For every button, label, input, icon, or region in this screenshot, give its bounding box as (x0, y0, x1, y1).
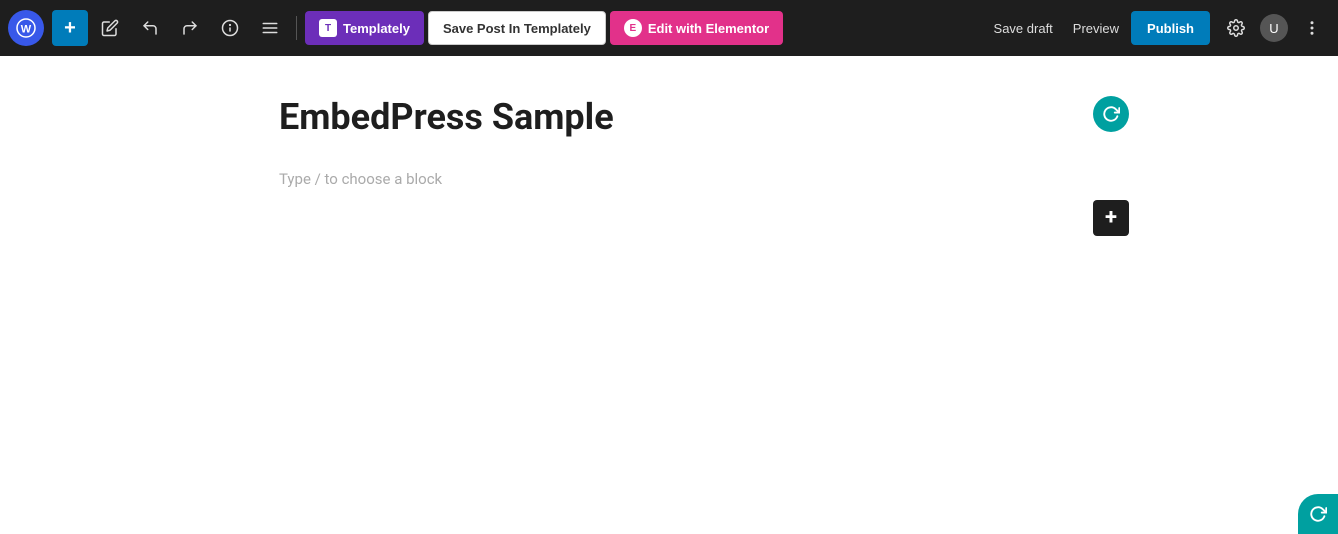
floating-actions: + (1093, 96, 1129, 236)
gear-icon (1227, 19, 1245, 37)
placeholder-text: Type / to choose a block (279, 170, 442, 188)
elementor-label: Edit with Elementor (648, 21, 769, 36)
editor-area: EmbedPress Sample Type / to choose a blo… (0, 56, 1338, 534)
templately-label: Templately (343, 21, 410, 36)
pencil-icon (101, 19, 119, 37)
refresh-float-button[interactable] (1093, 96, 1129, 132)
publish-label: Publish (1147, 21, 1194, 36)
add-icon: + (64, 17, 76, 40)
bottom-right-float-button[interactable] (1298, 494, 1338, 534)
publish-button[interactable]: Publish (1131, 11, 1210, 45)
svg-text:W: W (21, 24, 32, 36)
more-options-button[interactable] (1294, 10, 1330, 46)
redo-icon (181, 19, 199, 37)
settings-button[interactable] (1218, 10, 1254, 46)
user-avatar: U (1260, 14, 1288, 42)
add-float-icon: + (1105, 207, 1117, 229)
save-draft-label: Save draft (994, 21, 1053, 36)
more-vertical-icon (1303, 19, 1321, 37)
editor-content: EmbedPress Sample Type / to choose a blo… (279, 96, 1059, 534)
user-menu-button[interactable]: U (1256, 10, 1292, 46)
toolbar-right-icons: U (1218, 10, 1330, 46)
add-block-button[interactable]: + (52, 10, 88, 46)
post-title[interactable]: EmbedPress Sample (279, 96, 1059, 138)
edit-with-elementor-button[interactable]: E Edit with Elementor (610, 11, 783, 45)
add-float-button[interactable]: + (1093, 200, 1129, 236)
info-button[interactable] (212, 10, 248, 46)
edit-tool-button[interactable] (92, 10, 128, 46)
undo-icon (141, 19, 159, 37)
save-in-templately-button[interactable]: Save Post In Templately (428, 11, 606, 45)
toolbar-separator (296, 16, 297, 40)
info-icon (221, 19, 239, 37)
wordpress-logo[interactable]: W (8, 10, 44, 46)
tools-icon (261, 19, 279, 37)
elementor-icon: E (624, 19, 642, 37)
templately-icon: T (319, 19, 337, 37)
preview-label: Preview (1073, 21, 1119, 36)
save-draft-button[interactable]: Save draft (986, 21, 1061, 36)
redo-button[interactable] (172, 10, 208, 46)
tools-button[interactable] (252, 10, 288, 46)
block-placeholder[interactable]: Type / to choose a block (279, 162, 1059, 196)
preview-button[interactable]: Preview (1065, 21, 1127, 36)
templately-button[interactable]: T Templately (305, 11, 424, 45)
top-toolbar: W + (0, 0, 1338, 56)
save-templately-label: Save Post In Templately (443, 21, 591, 36)
undo-button[interactable] (132, 10, 168, 46)
